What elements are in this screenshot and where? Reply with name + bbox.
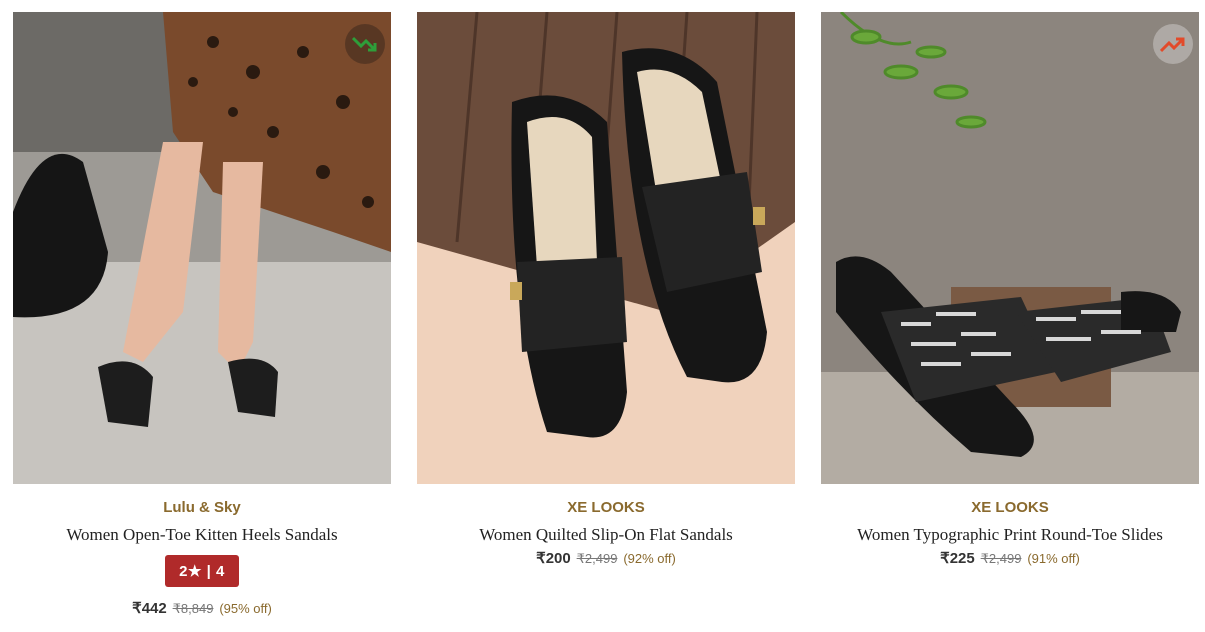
product-price: ₹225: [940, 550, 975, 567]
product-mrp: ₹2,499: [576, 551, 618, 566]
rating-badge: 2★ | 4: [165, 555, 239, 587]
product-mrp: ₹2,499: [980, 551, 1022, 566]
product-discount: (92% off): [623, 551, 676, 566]
trending-down-icon: [345, 24, 385, 64]
trending-up-icon: [1153, 24, 1193, 64]
product-discount: (91% off): [1027, 551, 1080, 566]
price-row: ₹442 ₹8,849 (95% off): [13, 599, 391, 617]
product-brand: XE LOOKS: [971, 499, 1049, 516]
product-brand: Lulu & Sky: [163, 499, 241, 516]
product-title[interactable]: Women Quilted Slip-On Flat Sandals: [417, 525, 795, 545]
product-title[interactable]: Women Open-Toe Kitten Heels Sandals: [13, 525, 391, 545]
product-image[interactable]: [13, 12, 391, 484]
product-mrp: ₹8,849: [172, 601, 214, 616]
product-title[interactable]: Women Typographic Print Round-Toe Slides: [821, 525, 1199, 545]
product-price: ₹200: [536, 550, 571, 567]
product-image[interactable]: [417, 12, 795, 484]
product-image[interactable]: [821, 12, 1199, 484]
product-photo-flat-sandals: [417, 12, 795, 484]
product-photo-slides: [821, 12, 1199, 484]
product-card[interactable]: XE LOOKS Women Quilted Slip-On Flat Sand…: [417, 12, 795, 567]
product-card[interactable]: XE LOOKS Women Typographic Print Round-T…: [821, 12, 1199, 567]
product-price: ₹442: [132, 600, 167, 617]
product-brand: XE LOOKS: [567, 499, 645, 516]
product-photo-heels: [13, 12, 391, 484]
product-card[interactable]: Lulu & Sky Women Open-Toe Kitten Heels S…: [13, 12, 391, 617]
product-discount: (95% off): [219, 601, 272, 616]
price-row: ₹225 ₹2,499 (91% off): [821, 549, 1199, 567]
price-row: ₹200 ₹2,499 (92% off): [417, 549, 795, 567]
